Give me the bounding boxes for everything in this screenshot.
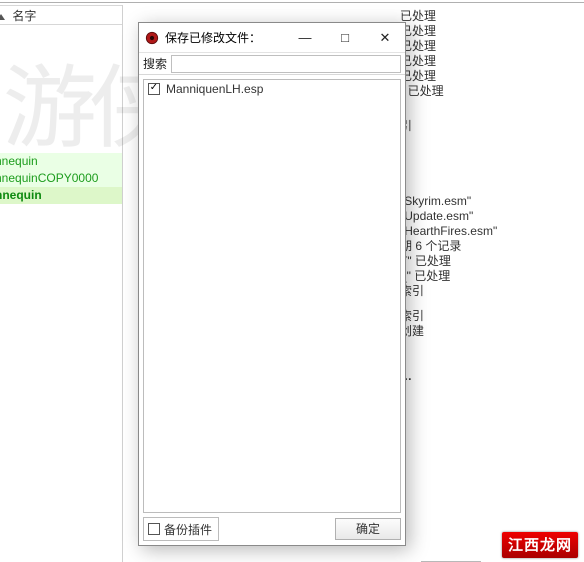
log-line: [400, 359, 584, 369]
column-header-name[interactable]: 名字: [0, 5, 122, 25]
log-line: 引: [400, 119, 584, 134]
log-line: 已处理: [400, 39, 584, 54]
log-line: [400, 134, 584, 144]
dialog-bottom-bar: 备份插件 确定: [143, 517, 401, 541]
column-header-label: 名字: [12, 9, 36, 23]
log-line: [400, 174, 584, 184]
file-checkbox[interactable]: [148, 83, 160, 95]
backup-plugin-checkbox[interactable]: [148, 523, 160, 535]
backup-plugin-label: 备份插件: [164, 521, 212, 538]
log-line: [400, 299, 584, 309]
app-icon: [145, 31, 159, 45]
backup-plugin-row[interactable]: 备份插件: [143, 517, 219, 541]
left-rows: nnequinnnequinCOPY0000nnequin: [0, 153, 122, 204]
tree-row[interactable]: nnequinCOPY0000: [0, 170, 122, 187]
log-line: 索引: [400, 284, 584, 299]
tree-row[interactable]: nnequin: [0, 187, 122, 204]
window-minimize-button[interactable]: —: [285, 24, 325, 52]
search-input[interactable]: [171, 55, 401, 73]
window-close-button[interactable]: ✕: [365, 24, 405, 52]
log-line: 已处理: [400, 54, 584, 69]
file-list[interactable]: ManniquenLH.esp: [143, 79, 401, 513]
search-row: 搜索: [139, 53, 405, 75]
search-label: 搜索: [139, 55, 171, 72]
log-line: [400, 349, 584, 359]
log-line: 已处理: [400, 69, 584, 84]
log-line: [400, 109, 584, 119]
log-line: [400, 144, 584, 154]
log-line: _" 已处理: [400, 269, 584, 284]
window-maximize-button[interactable]: □: [325, 24, 365, 52]
tree-row[interactable]: nnequin: [0, 153, 122, 170]
log-line: "Update.esm": [400, 209, 584, 224]
dialog-titlebar[interactable]: 保存已修改文件： — □ ✕: [139, 23, 405, 53]
log-line: 期 6 个记录: [400, 239, 584, 254]
log-line: 创建: [400, 324, 584, 339]
log-panel: 已处理已处理已处理已处理已处理" 已处理引"Skyrim.esm""Update…: [396, 5, 584, 562]
log-line: …: [400, 369, 584, 384]
ok-button[interactable]: 确定: [335, 518, 401, 540]
log-line: [400, 99, 584, 109]
log-line: 已处理: [400, 9, 584, 24]
log-line: 已处理: [400, 24, 584, 39]
dialog-title: 保存已修改文件：: [165, 29, 261, 46]
log-line: [400, 164, 584, 174]
log-line: 索引: [400, 309, 584, 324]
site-watermark: 江西龙网: [502, 532, 578, 558]
log-line: [400, 339, 584, 349]
log-line: T" 已处理: [400, 254, 584, 269]
left-column: 名字 nnequinnnequinCOPY0000nnequin: [0, 5, 123, 562]
log-line: [400, 154, 584, 164]
save-modified-files-dialog: 保存已修改文件： — □ ✕ 搜索 ManniquenLH.esp 备份插件 确…: [138, 22, 406, 546]
log-line: " 已处理: [400, 84, 584, 99]
log-line: "HearthFires.esm": [400, 224, 584, 239]
path-textbox[interactable]: 5D5D <BYOHHouseMannequ: [0, 0, 584, 3]
sort-asc-icon: [0, 14, 5, 20]
file-label: ManniquenLH.esp: [166, 82, 263, 96]
log-line: [400, 184, 584, 194]
file-list-item[interactable]: ManniquenLH.esp: [144, 80, 400, 98]
log-line: "Skyrim.esm": [400, 194, 584, 209]
